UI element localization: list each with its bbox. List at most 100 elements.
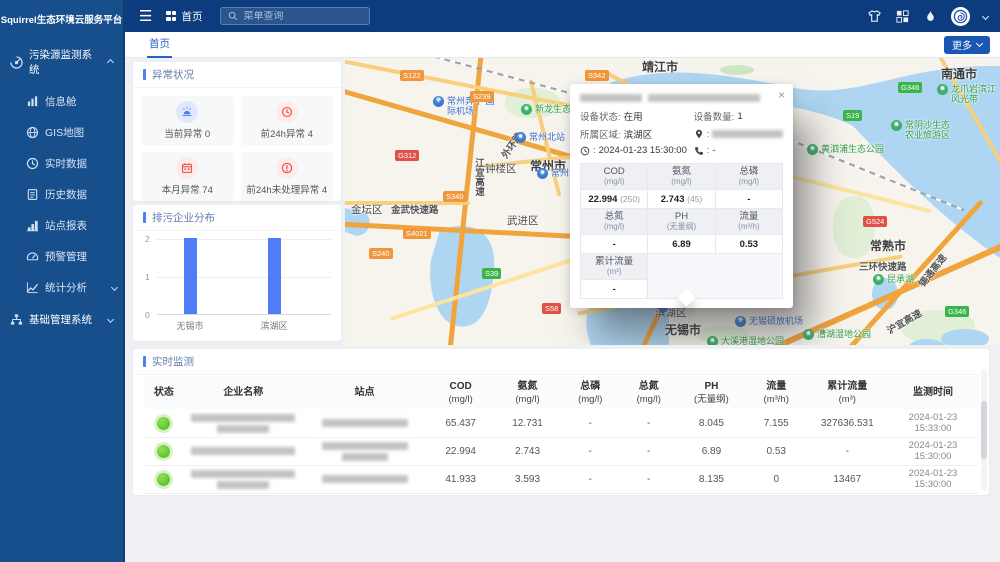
chevron-down-icon (976, 40, 983, 47)
cell-value: - (561, 437, 620, 465)
map-label: 金武快速路 (391, 202, 439, 216)
sidebar-item-6[interactable]: 统计分析 (0, 272, 123, 303)
park-poi-icon: ● (891, 120, 902, 131)
redacted-text (322, 419, 408, 427)
redacted-text (191, 447, 295, 455)
realtime-table: 状态企业名称站点COD(mg/l)氨氮(mg/l)总磷(mg/l)总氮(mg/l… (143, 377, 979, 494)
alarm-icon (176, 101, 198, 123)
cell-value: 2.743 (494, 437, 561, 465)
column-header[interactable]: 企业名称 (185, 377, 302, 409)
search-input[interactable] (243, 11, 353, 22)
popup-field: 设备状态:在用 (580, 109, 694, 123)
screenshot-icon[interactable] (895, 9, 910, 24)
sidebar-item-1[interactable]: GIS地图 (0, 117, 123, 148)
sidebar-item-0[interactable]: 信息舱 (0, 86, 123, 117)
sidebar-group-0[interactable]: 污染源监测系统 (0, 38, 123, 86)
park-poi-icon: ● (873, 274, 884, 285)
sidebar-group-1[interactable]: 基础管理系统 (0, 303, 123, 336)
stat-card-0[interactable]: 当前异常 0 (141, 96, 234, 145)
sidebar-item-label: 实时数据 (45, 156, 87, 171)
more-button[interactable]: 更多 (944, 36, 990, 54)
park-poi-icon: ● (807, 144, 818, 155)
redacted-text (217, 425, 269, 433)
redacted-text (217, 481, 269, 489)
stat-card-3[interactable]: 前24h未处理异常 4 (241, 152, 334, 201)
close-icon[interactable]: × (778, 89, 785, 101)
road-badge: S39 (482, 268, 501, 279)
breadcrumb[interactable]: 首页 (166, 9, 202, 24)
column-header[interactable]: PH(无量纲) (678, 377, 745, 409)
tabbar: 首页 更多 (125, 32, 1000, 58)
road-badge: G312 (395, 150, 419, 161)
table-row[interactable]: 41.9333.593--8.1350134672024-01-23 15:30… (143, 465, 979, 493)
scrollbar-thumb[interactable] (981, 401, 987, 459)
popup-field: 所属区域:滨湖区 (580, 127, 694, 141)
road-badge: G346 (898, 82, 922, 93)
stat-label: 前24h异常 4 (261, 126, 313, 140)
menu-search-box[interactable] (220, 7, 370, 25)
column-header[interactable]: 状态 (143, 377, 185, 409)
sidebar-item-5[interactable]: 预警管理 (0, 241, 123, 272)
sidebar-item-3[interactable]: 历史数据 (0, 179, 123, 210)
grid-icon (166, 11, 176, 21)
sidebar-item-label: 信息舱 (45, 94, 77, 109)
column-header[interactable]: 总磷(mg/l) (561, 377, 620, 409)
road-badge: S340 (443, 191, 467, 202)
status-ok-dot (157, 445, 170, 458)
column-header[interactable]: 流量(m³/h) (745, 377, 808, 409)
park-poi-icon: ● (937, 84, 948, 95)
popup-param-header: 流量(m³/h) (715, 209, 782, 235)
bar-滨湖区[interactable] (268, 238, 281, 314)
sidebar-item-2[interactable]: 实时数据 (0, 148, 123, 179)
popup-field: : (694, 127, 783, 141)
map-label: ●黄泗浦生态公园 (807, 144, 893, 155)
column-header[interactable]: 氨氮(mg/l) (494, 377, 561, 409)
popup-param-value: 6.89 (648, 235, 715, 254)
map-label: 常熟市 (870, 237, 906, 254)
cell-value: 0.53 (745, 437, 808, 465)
cell-value: 22.994 (427, 437, 494, 465)
table-row[interactable]: 65.43712.731--8.0457.155327636.5312024-0… (143, 409, 979, 437)
column-header[interactable]: COD(mg/l) (427, 377, 494, 409)
cell-value: 8.135 (678, 465, 745, 493)
stat-clock-icon (276, 101, 298, 123)
map-label: 金坛区 (351, 202, 383, 217)
sidebar-group-label: 污染源监测系统 (29, 47, 102, 77)
column-header[interactable]: 站点 (302, 377, 427, 409)
bar-chart: 210 (157, 239, 331, 315)
warning-icon (276, 157, 298, 179)
flame-icon[interactable] (923, 9, 938, 24)
x-tick: 无锡市 (176, 319, 203, 332)
popup-param-header: 总氮(mg/l) (581, 209, 648, 235)
theme-shirt-icon[interactable] (867, 9, 882, 24)
chevron-down-icon[interactable] (982, 12, 989, 19)
cell-value: 2024-01-23 15:33:00 (887, 409, 979, 437)
panel-title: 实时监测 (133, 349, 989, 375)
sidebar-group-label: 基础管理系统 (29, 312, 92, 327)
table-scrollbar[interactable] (981, 369, 987, 491)
stat-card-1[interactable]: 前24h异常 4 (241, 96, 334, 145)
table-row[interactable]: 22.9942.743--6.890.53-2024-01-23 15:30:0… (143, 437, 979, 465)
transport-poi-icon: ● (537, 168, 548, 179)
gis-map[interactable]: 靖江市南通市常州市无锡市常熟市钟楼区武进区金坛区滨湖区金武快速路三环快速路外环路… (345, 58, 1000, 345)
popup-param-header: PH(无量纲) (648, 209, 715, 235)
stat-card-2[interactable]: 本月异常 74 (141, 152, 234, 201)
sidebar-item-4[interactable]: 站点报表 (0, 210, 123, 241)
transport-poi-icon: ✈ (735, 316, 746, 327)
column-header[interactable]: 总氮(mg/l) (619, 377, 678, 409)
radar-icon (10, 56, 23, 69)
column-header[interactable]: 监测时间 (887, 377, 979, 409)
road-badge: S19 (843, 110, 862, 121)
line-chart-icon (26, 281, 39, 294)
map-label: ●常州北站 (515, 132, 575, 143)
tab-home[interactable]: 首页 (147, 32, 172, 58)
hamburger-menu-icon[interactable]: ☰ (125, 7, 166, 25)
avatar[interactable] (951, 7, 970, 26)
bar-无锡市[interactable] (184, 238, 197, 314)
abnormal-status-panel: 异常状况 当前异常 0前24h异常 4本月异常 74前24h未处理异常 4 (133, 62, 341, 201)
panel-title: 排污企业分布 (133, 205, 341, 231)
y-tick: 1 (145, 272, 150, 282)
clock-icon (580, 146, 590, 156)
column-header[interactable]: 累计流量(m³) (808, 377, 887, 409)
map-label: ●龙爪岩滨江 风光带 (937, 84, 1000, 105)
